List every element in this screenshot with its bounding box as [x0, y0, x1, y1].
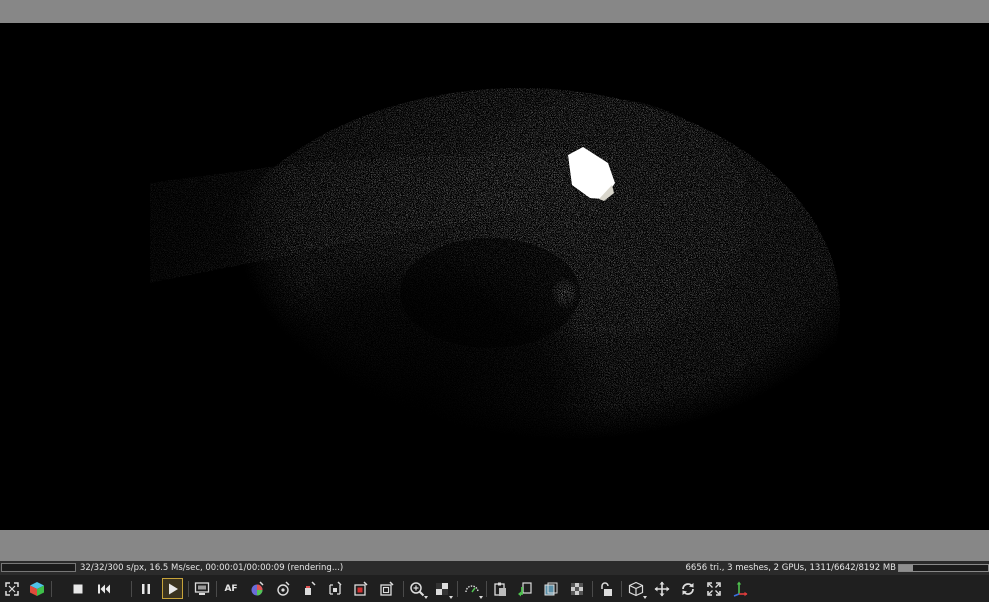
- layers-icon[interactable]: [542, 580, 560, 598]
- scene-stats-text: 6656 tri., 3 meshes, 2 GPUs, 1311/6642/8…: [685, 563, 897, 573]
- film-region-icon[interactable]: [378, 580, 396, 598]
- region-render-icon[interactable]: [193, 580, 211, 598]
- checker-icon[interactable]: [433, 580, 453, 599]
- export-icon[interactable]: [516, 580, 534, 598]
- copy-clipboard-icon[interactable]: [491, 580, 509, 598]
- fullscreen-icon[interactable]: [705, 580, 723, 598]
- autofocus-icon[interactable]: AF: [222, 580, 240, 598]
- move-icon[interactable]: [653, 580, 671, 598]
- color-cube-icon[interactable]: [28, 580, 46, 598]
- focus-picker-icon[interactable]: [326, 580, 344, 598]
- render-toolbar: AF: [0, 575, 989, 602]
- camera-target-icon[interactable]: [274, 580, 292, 598]
- render-progress-bar: [1, 563, 76, 572]
- pause-icon[interactable]: [137, 580, 155, 598]
- stop-icon[interactable]: [69, 580, 87, 598]
- axis-gizmo-icon[interactable]: [731, 580, 749, 598]
- gauge-icon[interactable]: [463, 580, 483, 599]
- status-bar: 32/32/300 s/px, 16.5 Ms/sec, 00:00:01/00…: [0, 561, 989, 575]
- gpu-memory-meter: [898, 564, 989, 572]
- render-stats-text: 32/32/300 s/px, 16.5 Ms/sec, 00:00:01/00…: [80, 563, 344, 573]
- render-viewport[interactable]: [0, 23, 989, 530]
- box-view-icon[interactable]: [627, 580, 647, 599]
- lock-icon[interactable]: [598, 580, 616, 598]
- zoom-icon[interactable]: [408, 580, 428, 599]
- render-region-icon[interactable]: [352, 580, 370, 598]
- rotate-icon[interactable]: [679, 580, 697, 598]
- render-preview-image: [0, 23, 989, 530]
- fit-view-icon[interactable]: [3, 580, 21, 598]
- autofocus-label: AF: [224, 584, 238, 594]
- restart-icon[interactable]: [95, 580, 113, 598]
- save-image-icon[interactable]: [568, 580, 586, 598]
- gpu-memory-meter-fill: [899, 565, 914, 571]
- white-balance-icon[interactable]: [300, 580, 318, 598]
- material-picker-icon[interactable]: [248, 580, 266, 598]
- play-icon[interactable]: [162, 578, 183, 599]
